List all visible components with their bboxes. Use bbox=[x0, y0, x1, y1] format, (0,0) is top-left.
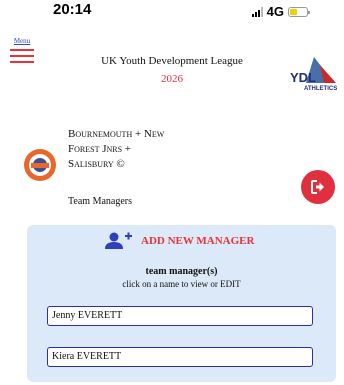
add-manager-button[interactable]: ADD NEW MANAGER bbox=[103, 232, 254, 250]
add-manager-label[interactable]: ADD NEW MANAGER bbox=[141, 235, 254, 247]
managers-title: team manager(s) bbox=[145, 266, 218, 277]
manager-name-item[interactable]: Kiera EVERETT bbox=[47, 347, 313, 367]
battery-nub bbox=[308, 10, 310, 14]
logo-text: YDL bbox=[290, 70, 316, 85]
club-badge-icon bbox=[24, 149, 56, 181]
league-year: 2026 bbox=[161, 73, 183, 85]
ydl-athletics-logo: YDL ATHLETICS bbox=[290, 57, 337, 92]
menu-label[interactable]: Menu bbox=[10, 37, 34, 45]
hamburger-icon-bar bbox=[10, 49, 34, 51]
battery-icon bbox=[288, 6, 310, 17]
add-user-icon bbox=[105, 232, 132, 249]
status-indicators: 4G bbox=[251, 4, 310, 19]
battery-fill bbox=[290, 8, 298, 15]
logo-subtext: ATHLETICS bbox=[304, 86, 337, 92]
signal-icon bbox=[251, 6, 263, 17]
logout-icon bbox=[311, 180, 324, 194]
hamburger-icon-bar bbox=[10, 61, 34, 63]
status-time: 20:14 bbox=[53, 1, 92, 18]
badge-band bbox=[31, 163, 49, 168]
hamburger-icon-bar bbox=[10, 55, 34, 57]
club-subtitle: Team Managers bbox=[68, 196, 132, 207]
menu-button[interactable]: Menu bbox=[10, 37, 34, 63]
manager-name-item[interactable]: Jenny EVERETT bbox=[47, 306, 313, 326]
managers-panel: ADD NEW MANAGER team manager(s) click on… bbox=[27, 225, 336, 382]
club-name: Bournemouth + New Forest Jnrs + Salisbur… bbox=[68, 128, 165, 170]
network-type: 4G bbox=[266, 4, 284, 19]
managers-subtitle: click on a name to view or EDIT bbox=[122, 279, 241, 289]
logout-button[interactable] bbox=[301, 170, 335, 204]
league-title: UK Youth Development League bbox=[101, 55, 243, 67]
